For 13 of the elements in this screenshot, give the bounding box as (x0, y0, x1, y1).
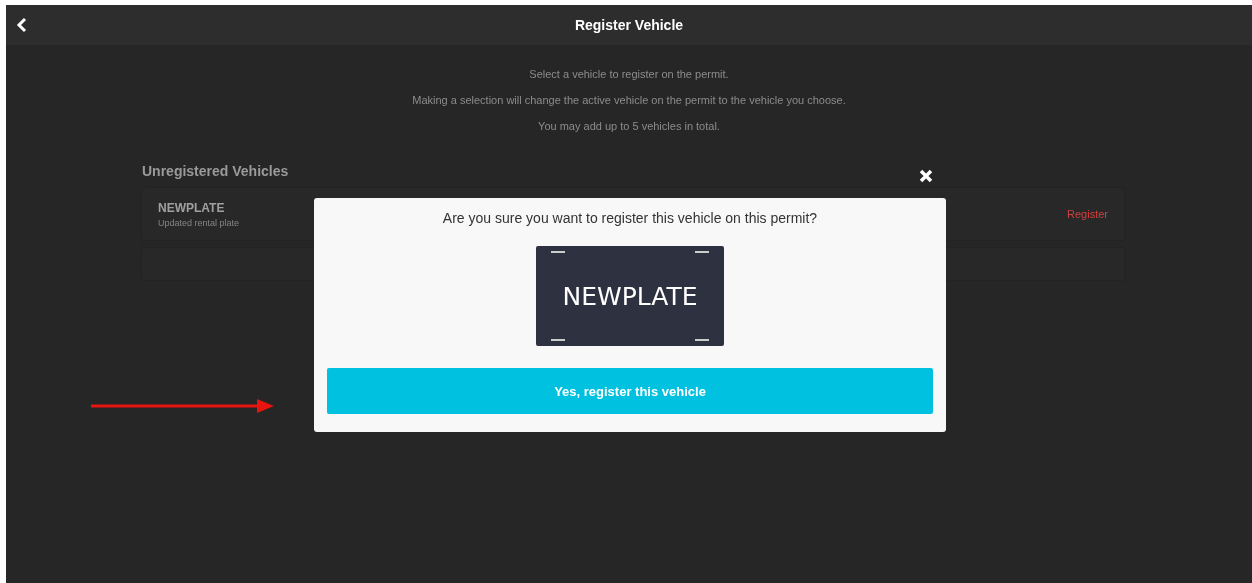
instruction-text: You may add up to 5 vehicles in total. (538, 120, 720, 132)
page-title: Register Vehicle (574, 17, 684, 33)
instruction-text: Select a vehicle to register on the permit. (529, 68, 729, 80)
plate-text: NEWPLATE (562, 281, 698, 311)
back-icon[interactable] (16, 17, 28, 33)
close-icon[interactable] (919, 169, 933, 183)
instruction-text: Making a selection will change the active vehicle on the permit to the vehicle you choose. (412, 94, 846, 106)
confirm-button[interactable]: Yes, register this vehicle (327, 368, 933, 414)
vehicle-note: Updated rental plate (158, 217, 240, 228)
plate-number: NEWPLATE (158, 200, 226, 215)
dialog-question: Are you sure you want to register this vehicle on this permit? (442, 210, 818, 226)
register-link[interactable]: Register (1067, 208, 1108, 220)
section-title: Unregistered Vehicles (142, 163, 289, 179)
